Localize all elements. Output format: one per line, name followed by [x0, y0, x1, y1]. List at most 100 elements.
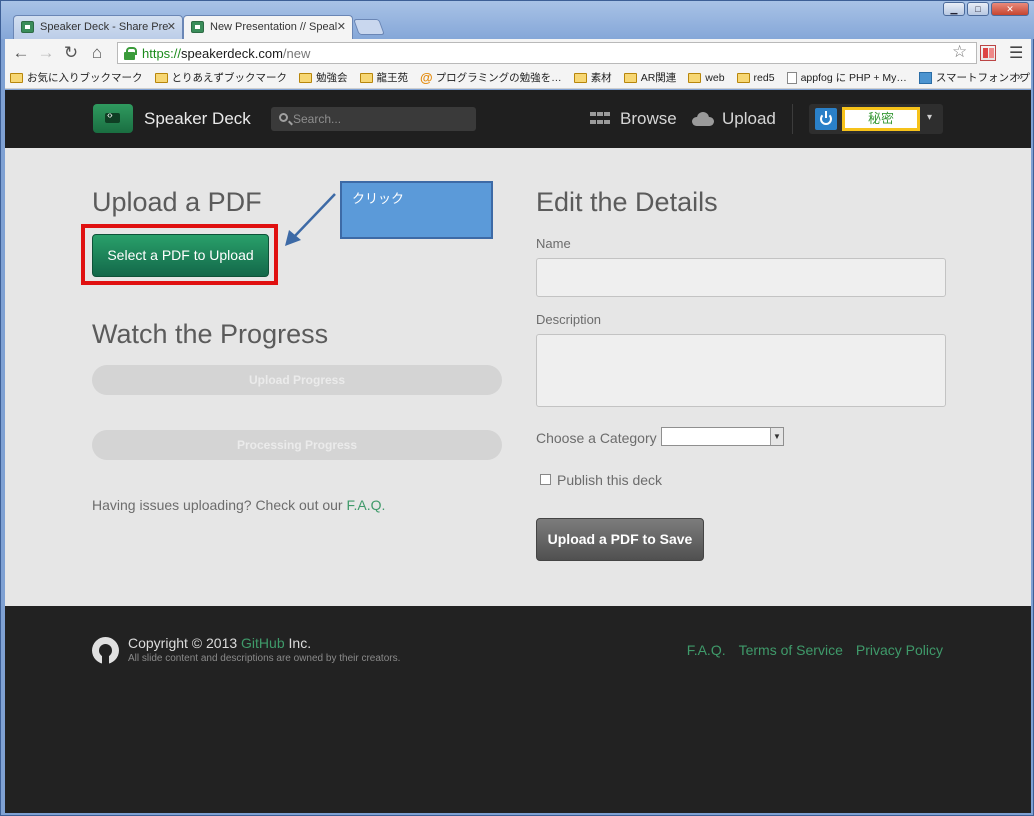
- window-controls: ▁ □ ✕: [943, 2, 1029, 16]
- site-header: Speaker Deck Search... Browse Upload 秘密 …: [5, 90, 1031, 148]
- upload-save-button[interactable]: Upload a PDF to Save: [536, 518, 704, 561]
- folder-icon: [736, 72, 750, 83]
- upload-form: Upload a PDF Select a PDF to Upload クリック…: [5, 148, 1031, 606]
- publish-label[interactable]: Publish this deck: [557, 472, 662, 488]
- browser-window: ▁ □ ✕ Speaker Deck - Share Pre ✕ New Pre…: [0, 0, 1034, 816]
- bookmark-label: お気に入りブックマーク: [27, 72, 143, 84]
- reload-icon[interactable]: ↻: [61, 43, 81, 63]
- url-path: /new: [282, 46, 311, 61]
- bookmark-item[interactable]: とりあえずブックマーク: [154, 70, 288, 85]
- bookmark-label: red5: [753, 71, 775, 84]
- speaker-deck-logo-icon[interactable]: [93, 104, 133, 133]
- tab-close-icon[interactable]: ✕: [337, 20, 346, 33]
- footer-privacy-link[interactable]: Privacy Policy: [856, 642, 943, 658]
- header-divider: [792, 104, 793, 134]
- upload-title: Upload a PDF: [92, 187, 262, 217]
- new-tab-button[interactable]: [353, 19, 385, 35]
- bookmark-label: 勉強会: [316, 72, 348, 84]
- ownership-note: All slide content and descriptions are o…: [128, 653, 401, 664]
- image-icon: [918, 71, 932, 84]
- bookmark-item[interactable]: red5: [736, 71, 775, 84]
- bookmark-item[interactable]: 勉強会: [299, 70, 348, 85]
- help-text-label: Having issues uploading? Check out our: [92, 497, 347, 513]
- bookmark-item[interactable]: スマートフォンオプション…: [918, 70, 1031, 85]
- upload-progress-bar: Upload Progress: [92, 365, 502, 395]
- details-title: Edit the Details: [536, 187, 718, 217]
- extension-icon[interactable]: [980, 45, 996, 61]
- bookmark-item[interactable]: AR関連: [623, 70, 677, 85]
- bookmark-item[interactable]: web: [688, 71, 725, 84]
- footer-terms-link[interactable]: Terms of Service: [739, 642, 843, 658]
- user-name-redacted: 秘密: [842, 107, 920, 131]
- back-arrow-icon[interactable]: ←: [11, 43, 31, 63]
- folder-icon: [154, 72, 168, 83]
- search-input[interactable]: Search...: [271, 107, 476, 131]
- folder-icon: [623, 72, 637, 83]
- menu-icon[interactable]: ☰: [1009, 43, 1023, 63]
- copyright-text: Copyright © 2013: [128, 635, 242, 651]
- minimize-button[interactable]: ▁: [943, 2, 965, 16]
- brand-name[interactable]: Speaker Deck: [144, 109, 251, 129]
- maximize-button[interactable]: □: [967, 2, 989, 16]
- lock-icon: [124, 47, 137, 60]
- github-icon: [92, 637, 119, 664]
- bookmark-label: とりあえずブックマーク: [171, 72, 288, 84]
- forward-arrow-icon[interactable]: →: [36, 43, 56, 63]
- description-label: Description: [536, 312, 602, 327]
- copyright-suffix: Inc.: [284, 635, 312, 651]
- tab-label: New Presentation // Speal: [210, 21, 338, 33]
- category-select[interactable]: ▼: [661, 427, 784, 446]
- tab-new-presentation[interactable]: New Presentation // Speal ✕: [183, 15, 353, 39]
- tab-label: Speaker Deck - Share Pre: [40, 21, 169, 33]
- title-bar: ▁ □ ✕ Speaker Deck - Share Pre ✕ New Pre…: [1, 1, 1034, 39]
- annotation-callout: クリック: [340, 181, 493, 239]
- chevron-down-icon[interactable]: ▼: [770, 428, 783, 445]
- name-field[interactable]: [536, 258, 946, 297]
- category-label: Choose a Category: [536, 430, 657, 446]
- tab-close-icon[interactable]: ✕: [167, 20, 176, 33]
- folder-icon: [359, 72, 373, 83]
- name-label: Name: [536, 236, 571, 251]
- tab-speaker-deck[interactable]: Speaker Deck - Share Pre ✕: [13, 15, 183, 39]
- footer-faq-link[interactable]: F.A.Q.: [687, 642, 726, 658]
- bookmark-label: 龍王苑: [376, 72, 409, 84]
- address-bar[interactable]: https://speakerdeck.com/new: [117, 42, 977, 64]
- site-footer: Copyright © 2013 GitHub Inc. All slide c…: [5, 606, 1031, 813]
- github-link[interactable]: GitHub: [241, 635, 285, 651]
- footer-links: F.A.Q. Terms of Service Privacy Policy: [687, 642, 943, 658]
- bookmark-item[interactable]: appfog に PHP + My…: [786, 70, 907, 85]
- bookmark-item[interactable]: 龍王苑: [359, 70, 409, 85]
- nav-upload-link[interactable]: Upload: [722, 109, 776, 129]
- speaker-deck-favicon-icon: [21, 21, 34, 33]
- home-icon[interactable]: ⌂: [87, 43, 107, 63]
- bookmarks-bar: お気に入りブックマーク とりあえずブックマーク 勉強会 龍王苑 @ プログラミング…: [5, 67, 1031, 89]
- chevron-down-icon[interactable]: ▾: [927, 112, 932, 123]
- bookmark-star-icon[interactable]: ☆: [952, 42, 967, 62]
- bookmark-label: プログラミングの勉強を…: [435, 72, 562, 84]
- nav-browse-link[interactable]: Browse: [620, 109, 677, 129]
- publish-checkbox[interactable]: [540, 474, 551, 485]
- faq-link[interactable]: F.A.Q.: [347, 497, 386, 513]
- processing-progress-bar: Processing Progress: [92, 430, 502, 460]
- url-host: speakerdeck.com: [181, 46, 283, 61]
- bookmark-label: web: [705, 71, 725, 84]
- bookmark-item[interactable]: 素材: [573, 70, 612, 85]
- close-button[interactable]: ✕: [991, 2, 1029, 16]
- power-icon[interactable]: [815, 108, 837, 130]
- bookmarks-overflow-button[interactable]: »: [1017, 71, 1023, 83]
- description-textarea[interactable]: [536, 334, 946, 407]
- progress-title: Watch the Progress: [92, 319, 329, 349]
- bookmark-label: AR関連: [640, 72, 677, 84]
- bookmark-item[interactable]: お気に入りブックマーク: [10, 70, 143, 85]
- bookmark-item[interactable]: @ プログラミングの勉強を…: [420, 70, 562, 85]
- select-pdf-button[interactable]: Select a PDF to Upload: [92, 234, 269, 277]
- page-content: Speaker Deck Search... Browse Upload 秘密 …: [5, 90, 1031, 813]
- document-icon: [786, 71, 797, 84]
- folder-icon: [299, 72, 312, 83]
- folder-icon: [573, 72, 587, 83]
- folder-icon: [688, 72, 702, 83]
- annotation-arrow-icon: [285, 193, 336, 246]
- at-icon: @: [420, 70, 433, 85]
- user-menu[interactable]: 秘密 ▾: [809, 104, 943, 134]
- bookmark-label: 素材: [590, 72, 612, 84]
